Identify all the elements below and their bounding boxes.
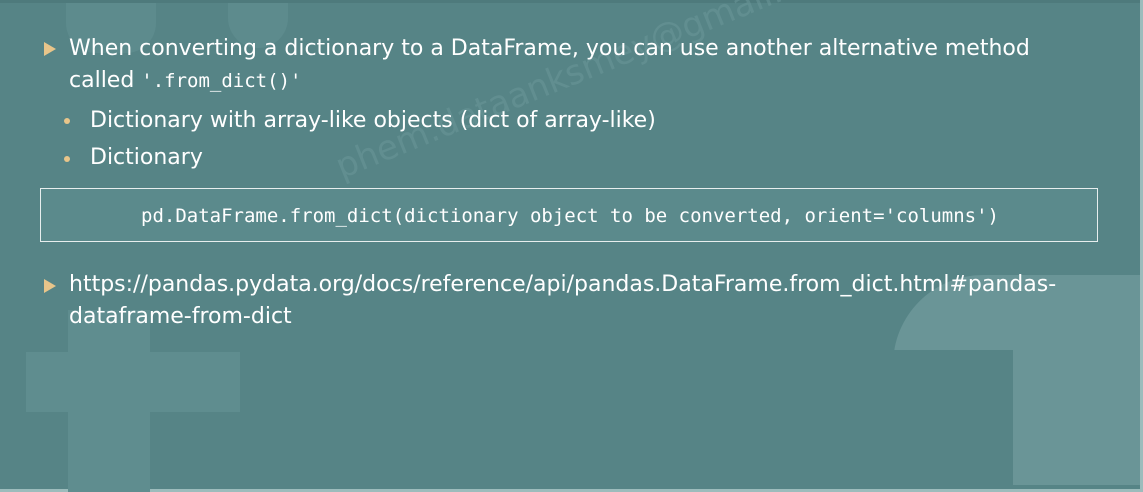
- slide: phem.dataanksmey@gmail.com When converti…: [0, 0, 1143, 492]
- code-text: pd.DataFrame.from_dict(dictionary object…: [141, 205, 999, 227]
- bullet-text-line: When converting a dictionary to a DataFr…: [69, 36, 1030, 61]
- slide-frame-top: [0, 0, 1143, 3]
- sub-bullet-text: Dictionary: [90, 145, 203, 170]
- inline-code: '.from_dict()': [141, 70, 302, 92]
- link-text-line[interactable]: dataframe-from-dict: [69, 301, 292, 332]
- watermark: phem.dataanksmey@gmail.com: [330, 0, 856, 188]
- link-text-line[interactable]: https://pandas.pydata.org/docs/reference…: [69, 269, 1109, 300]
- bullet-arrow-icon: [44, 42, 56, 56]
- sub-bullet-dot-icon: [64, 156, 70, 162]
- bullet-text-prefix: called: [69, 68, 142, 93]
- code-block: pd.DataFrame.from_dict(dictionary object…: [40, 188, 1098, 242]
- background-curve-cutout: [893, 350, 1013, 485]
- sub-bullet-text: Dictionary with array-like objects (dict…: [90, 108, 656, 133]
- background-plus-shape: [26, 352, 240, 412]
- sub-bullet-dot-icon: [64, 118, 70, 124]
- bullet-text-line: called '.from_dict()': [69, 65, 301, 97]
- bullet-arrow-icon: [44, 279, 56, 293]
